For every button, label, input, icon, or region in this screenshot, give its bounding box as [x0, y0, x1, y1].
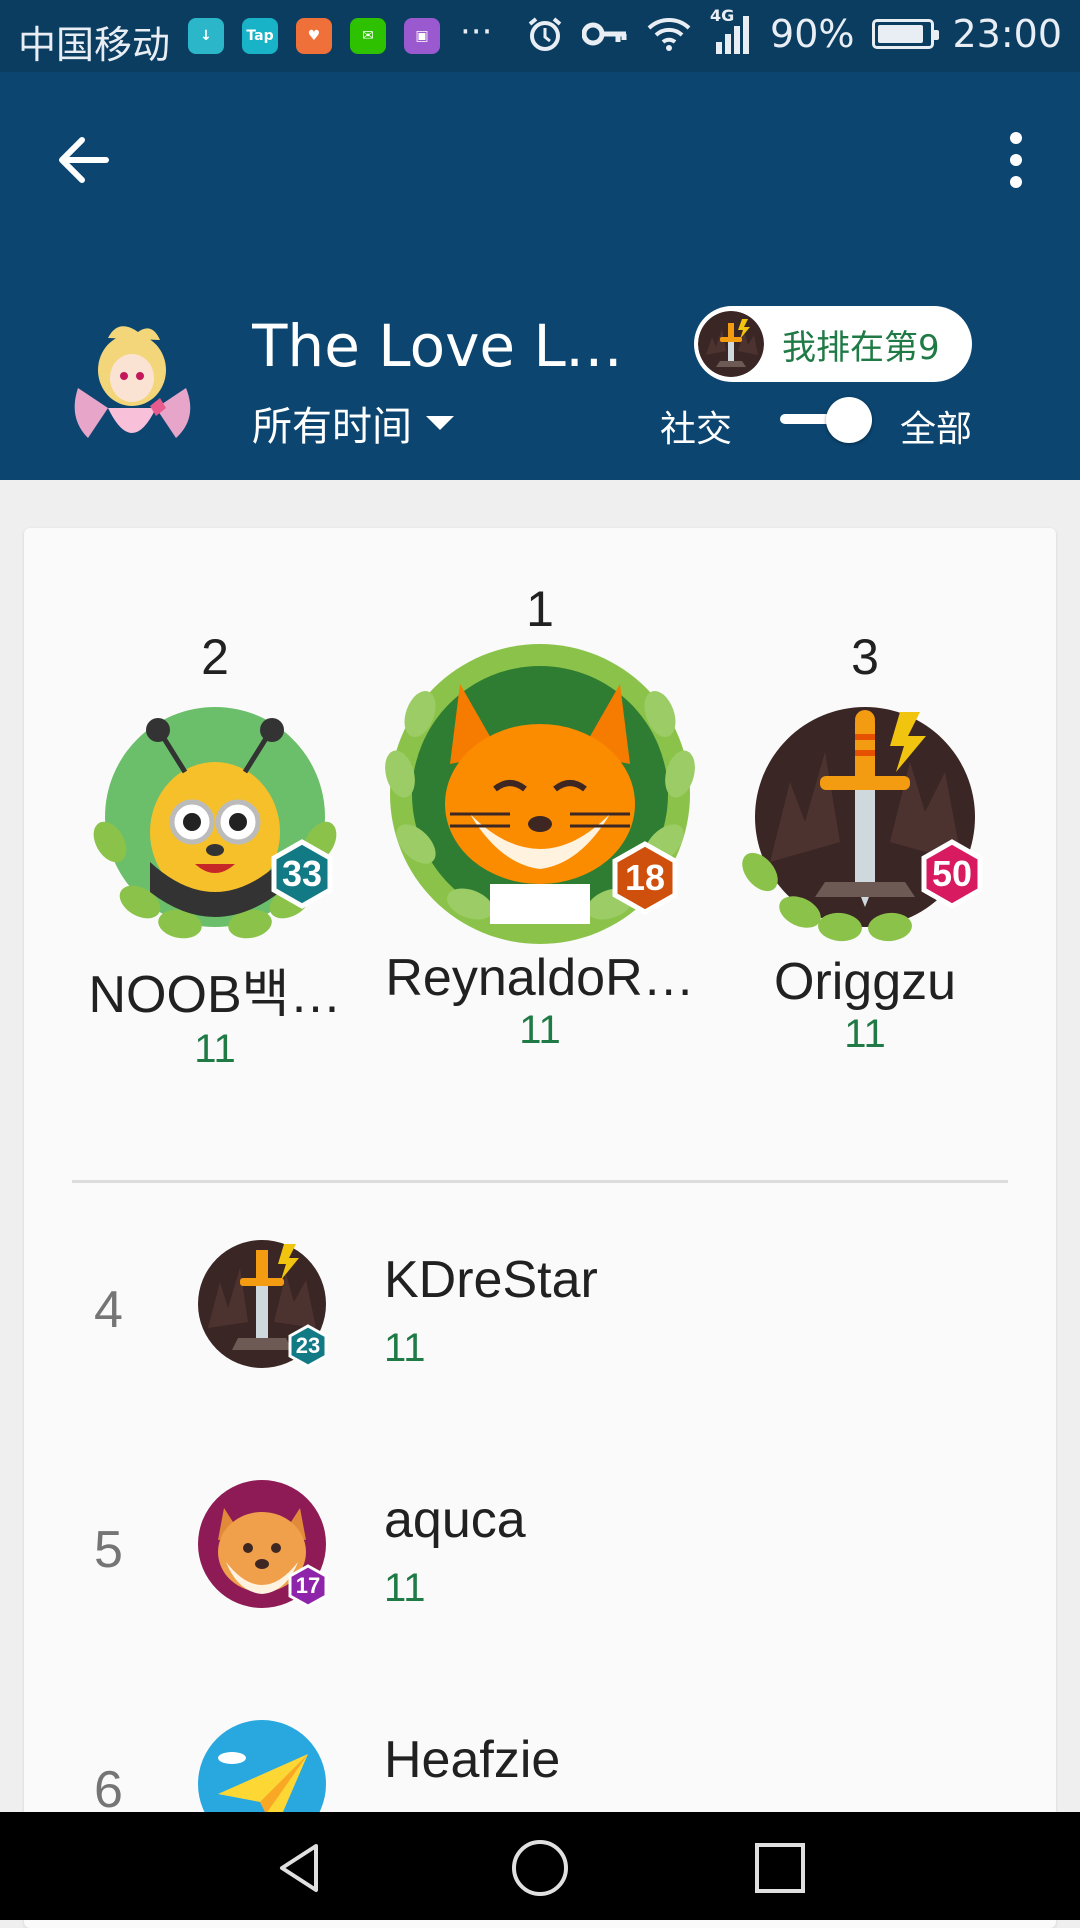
wifi-icon — [647, 18, 691, 51]
game-icon — [58, 308, 206, 456]
player-score: 11 — [519, 1008, 561, 1052]
status-bar: 中国移动 ↓ Tap ♥ ✉ ▣ ··· 4G 90% 23:00 — [0, 0, 1080, 72]
podium-rank: 2 — [201, 629, 229, 685]
wechat-icon: ✉ — [350, 18, 386, 54]
my-rank-label: 我排在第9 — [782, 327, 940, 368]
nav-recents-icon[interactable] — [750, 1838, 810, 1898]
heart-app-icon: ♥ — [296, 18, 332, 54]
my-rank-chip[interactable]: 我排在第9 — [694, 306, 972, 382]
more-notifications-icon: ··· — [460, 12, 493, 52]
nav-home-icon[interactable] — [510, 1838, 570, 1898]
row-rank: 5 — [94, 1521, 123, 1579]
battery-icon — [872, 19, 940, 49]
alarm-icon — [528, 17, 562, 51]
toggle-label-all: 全部 — [900, 409, 973, 450]
fox-avatar-icon: 18 — [385, 644, 695, 944]
level-badge: 33 — [282, 853, 322, 894]
status-indicators: 4G 90% 23:00 — [526, 6, 1062, 56]
sword-avatar-icon — [698, 311, 764, 377]
podium-rank: 3 — [851, 629, 879, 685]
row-rank: 4 — [94, 1281, 123, 1339]
system-nav-bar — [0, 1812, 1080, 1920]
player-score: 11 — [194, 1027, 236, 1071]
battery-percent: 90% — [770, 12, 855, 56]
bee-avatar-icon: 33 — [93, 707, 337, 939]
level-badge: 17 — [296, 1573, 320, 1598]
key-icon — [582, 22, 627, 46]
social-all-toggle[interactable] — [776, 394, 876, 444]
podium-entry[interactable]: 1 18 ReynaldoR… 11 — [380, 580, 700, 1053]
shiba-avatar-icon: 17 — [198, 1480, 328, 1608]
leaderboard-row[interactable]: 4 23 KDreStar 11 — [24, 1222, 1056, 1422]
download-icon: ↓ — [188, 18, 224, 54]
overflow-menu-icon[interactable] — [1000, 124, 1032, 196]
player-score: 11 — [384, 1566, 426, 1610]
podium-entry[interactable]: 3 50 Origgzu 11 — [730, 628, 1000, 1057]
paper-plane-avatar-icon — [198, 1720, 326, 1812]
toggle-label-social: 社交 — [660, 409, 733, 450]
back-arrow-icon[interactable] — [52, 128, 116, 192]
player-score: 11 — [384, 1326, 426, 1370]
time-filter-dropdown[interactable]: 所有时间 — [252, 394, 454, 452]
player-score: 11 — [844, 1012, 886, 1056]
nav-back-icon[interactable] — [270, 1838, 330, 1898]
player-name: Heafzie — [384, 1731, 561, 1789]
notification-icons: ↓ Tap ♥ ✉ ▣ — [188, 18, 440, 54]
player-name: ReynaldoR… — [385, 949, 695, 1007]
player-name: NOOB백… — [88, 966, 342, 1024]
row-rank: 6 — [94, 1761, 123, 1812]
game-title: The Love Let… — [252, 312, 652, 380]
level-badge: 18 — [625, 857, 665, 898]
leaderboard-row[interactable]: 6 Heafzie — [24, 1702, 1056, 1812]
sword-avatar-icon: 50 — [742, 707, 983, 942]
podium-rank: 1 — [526, 581, 554, 637]
leaderboard-header: The Love Let… 所有时间 我排在第9 社交 全部 — [0, 72, 1080, 480]
battery-fill — [878, 25, 924, 43]
sword-avatar-icon: 23 — [198, 1240, 328, 1368]
level-badge: 50 — [932, 853, 972, 894]
player-name: Origgzu — [773, 953, 957, 1011]
time-filter-label: 所有时间 — [252, 404, 412, 450]
leaderboard-row[interactable]: 5 17 aquca 11 — [24, 1462, 1056, 1662]
level-badge: 23 — [296, 1333, 320, 1358]
chevron-down-icon — [426, 416, 454, 430]
network-type-label: 4G — [710, 6, 735, 25]
player-name: aquca — [384, 1491, 526, 1549]
podium-entry[interactable]: 2 33 NOOB백… 11 — [80, 628, 350, 1072]
player-name: KDreStar — [384, 1251, 598, 1309]
carrier-label: 中国移动 — [18, 23, 171, 67]
clock: 23:00 — [952, 12, 1062, 56]
gallery-icon: ▣ — [404, 18, 440, 54]
podium-divider — [72, 1180, 1008, 1183]
taptap-icon: Tap — [242, 18, 278, 54]
cell-signal-icon: 4G — [710, 6, 752, 56]
